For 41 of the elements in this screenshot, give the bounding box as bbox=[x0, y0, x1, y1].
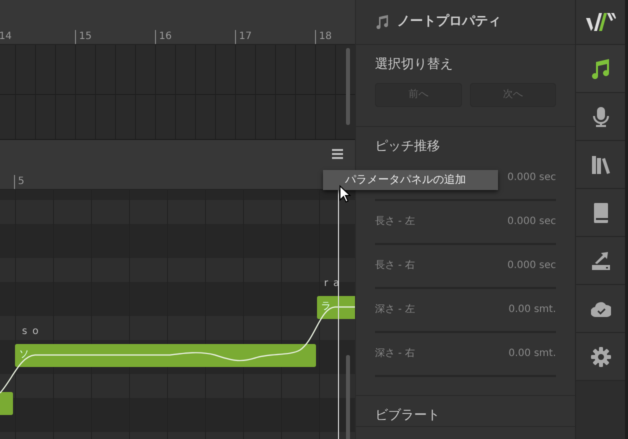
param-label: 長さ - 左 bbox=[375, 215, 415, 229]
bar-number: 17 bbox=[235, 30, 252, 44]
logo-icon bbox=[586, 12, 616, 32]
microphone-icon bbox=[590, 106, 610, 126]
param-label: 長さ - 右 bbox=[375, 259, 415, 273]
param-value[interactable]: 0.00 smt. bbox=[508, 346, 556, 361]
music-note-icon bbox=[590, 58, 610, 78]
library-icon bbox=[590, 154, 610, 174]
param-value[interactable]: 0.000 sec bbox=[507, 170, 556, 185]
section-title: 選択切り替え bbox=[375, 56, 454, 74]
sidebar-tab[interactable] bbox=[576, 237, 625, 285]
panel-title: ノートプロパティ bbox=[397, 12, 501, 32]
music-note-icon bbox=[375, 15, 389, 29]
bar-number: 15 bbox=[75, 30, 92, 44]
scrollbar-thumb[interactable] bbox=[346, 355, 350, 439]
param-value[interactable]: 0.000 sec bbox=[507, 214, 556, 229]
bar-number: 18 bbox=[315, 30, 332, 44]
cursor-icon bbox=[339, 185, 351, 203]
settings-icon bbox=[590, 346, 610, 366]
note-block[interactable]: ラ bbox=[317, 296, 355, 319]
section-title: ピッチ推移 bbox=[375, 138, 441, 156]
sidebar-tab[interactable] bbox=[576, 333, 625, 381]
scrollbar-thumb[interactable] bbox=[346, 48, 350, 125]
phoneme-label: s o bbox=[22, 325, 40, 339]
bar-number: 14 bbox=[0, 30, 12, 44]
note-block[interactable]: ソ bbox=[15, 344, 316, 367]
bar-number: 5 bbox=[14, 175, 24, 189]
bar-number: 16 bbox=[155, 30, 172, 44]
sidebar-tab[interactable] bbox=[576, 189, 625, 237]
param-value[interactable]: 0.000 sec bbox=[507, 258, 556, 273]
param-label: 深さ - 右 bbox=[375, 347, 415, 361]
sidebar-tab[interactable] bbox=[576, 93, 625, 141]
sidebar-tab[interactable] bbox=[576, 45, 625, 93]
param-value[interactable]: 0.00 smt. bbox=[508, 302, 556, 317]
sidebar-tab[interactable] bbox=[576, 285, 625, 333]
param-label: 深さ - 左 bbox=[375, 303, 415, 317]
export-icon bbox=[590, 250, 610, 270]
menu-item[interactable]: パラメータパネルの追加 bbox=[323, 170, 498, 190]
section-title: ビブラート bbox=[375, 407, 441, 425]
menu-icon[interactable] bbox=[332, 149, 343, 159]
sidebar-tab[interactable] bbox=[576, 141, 625, 189]
